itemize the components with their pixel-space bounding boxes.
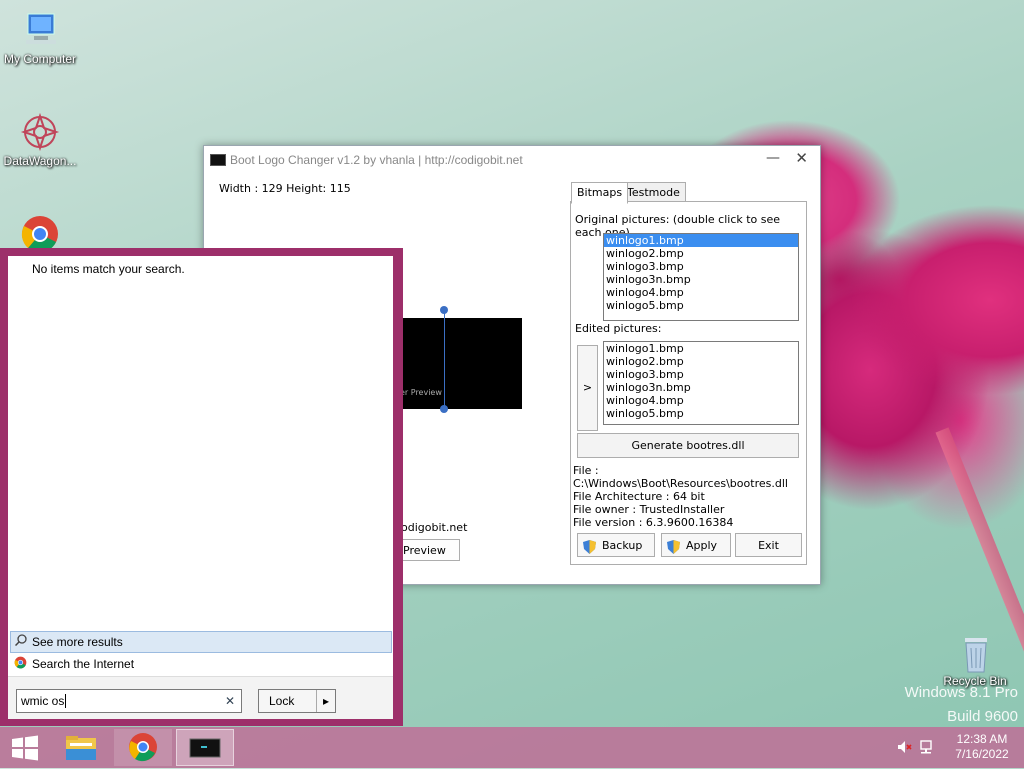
os-watermark-build: Build 9600 (947, 708, 1018, 725)
resize-handle-top[interactable] (440, 306, 448, 314)
chrome-icon (20, 214, 60, 248)
credit-link[interactable]: odigobit.net (401, 521, 467, 534)
datawagon-icon (20, 112, 60, 152)
edited-pictures-list[interactable]: winlogo1.bmp winlogo2.bmp winlogo3.bmp winl… (603, 341, 799, 425)
file-architecture: File Architecture : 64 bit (573, 490, 705, 503)
no-results-message: No items match your search. (32, 262, 185, 276)
image-dimensions: Width : 129 Height: 115 (219, 182, 351, 195)
network-icon[interactable] (918, 739, 934, 758)
power-options-arrow-icon[interactable]: ▸ (316, 690, 335, 712)
list-item[interactable]: winlogo3n.bmp (604, 273, 798, 286)
app-icon (189, 738, 221, 758)
title-bar[interactable]: Boot Logo Changer v1.2 by vhanla | http:… (204, 146, 820, 174)
search-query-text: wmic os (21, 694, 65, 708)
lock-label: Lock (269, 694, 295, 708)
minimize-icon[interactable]: — (766, 150, 780, 166)
search-internet-label: Search the Internet (32, 657, 135, 671)
computer-icon (20, 10, 60, 50)
start-search-pane: No items match your search. See more res… (0, 248, 403, 726)
exit-button[interactable]: Exit (735, 533, 802, 557)
list-item[interactable]: winlogo1.bmp (604, 342, 798, 355)
recycle-bin-icon (955, 632, 995, 673)
clear-search-icon[interactable]: ✕ (225, 690, 235, 712)
chrome-icon (129, 733, 157, 762)
uac-shield-icon (667, 539, 680, 554)
bitmaps-panel: Original pictures: (double click to see … (570, 201, 807, 565)
see-more-results-item[interactable]: See more results (10, 631, 392, 653)
move-to-edited-button[interactable]: > (577, 345, 598, 431)
file-path: File : C:\Windows\Boot\Resources\bootres… (573, 464, 788, 490)
resize-handle-bottom[interactable] (440, 405, 448, 413)
see-more-label: See more results (32, 635, 123, 649)
list-item[interactable]: winlogo3n.bmp (604, 381, 798, 394)
original-pictures-list[interactable]: winlogo1.bmp winlogo2.bmp winlogo3.bmp winl… (603, 233, 799, 321)
search-internet-item[interactable]: Search the Internet (11, 654, 134, 674)
windows-logo-icon (12, 735, 38, 761)
desktop-icon-datawagon[interactable]: DataWagon... (0, 112, 80, 168)
text-cursor (65, 694, 67, 708)
clock[interactable]: 12:38 AM 7/16/2022 (944, 732, 1020, 762)
tab-testmode[interactable]: Testmode (621, 182, 686, 203)
desktop-icon-my-computer[interactable]: My Computer (0, 10, 80, 66)
volume-muted-icon[interactable] (896, 739, 912, 758)
file-info: File : C:\Windows\Boot\Resources\bootres… (573, 464, 806, 529)
search-input-row: wmic os ✕ Lock ▸ (8, 676, 393, 719)
list-item[interactable]: winlogo2.bmp (604, 247, 798, 260)
app-icon (210, 154, 226, 166)
desktop-icon-label: DataWagon... (3, 154, 77, 168)
file-owner: File owner : TrustedInstaller (573, 503, 725, 516)
resize-guide-line (444, 310, 445, 408)
generate-bootres-button[interactable]: Generate bootres.dll (577, 433, 799, 458)
desktop-icon-label: My Computer (3, 52, 77, 66)
list-item[interactable]: winlogo1.bmp (604, 234, 798, 247)
apply-label: Apply (686, 539, 718, 552)
list-item[interactable]: winlogo3.bmp (604, 368, 798, 381)
preview-caption: er Preview (400, 388, 442, 397)
window-title: Boot Logo Changer v1.2 by vhanla | http:… (230, 153, 523, 167)
clock-time: 12:38 AM (956, 732, 1008, 746)
clock-date: 7/16/2022 (955, 747, 1009, 761)
start-search-input[interactable]: wmic os ✕ (16, 689, 242, 713)
list-item[interactable]: winlogo4.bmp (604, 394, 798, 407)
folder-icon (66, 736, 96, 760)
start-button[interactable] (0, 729, 50, 766)
edited-pictures-label: Edited pictures: (575, 322, 662, 335)
desktop-icon-recycle-bin[interactable]: Recycle Bin (935, 632, 1015, 688)
close-icon[interactable]: ✕ (795, 149, 808, 167)
taskbar: 12:38 AM 7/16/2022 (0, 727, 1024, 768)
lock-button[interactable]: Lock ▸ (258, 689, 336, 713)
apply-button[interactable]: Apply (661, 533, 731, 557)
list-item[interactable]: winlogo5.bmp (604, 299, 798, 312)
backup-button[interactable]: Backup (577, 533, 655, 557)
list-item[interactable]: winlogo3.bmp (604, 260, 798, 273)
chrome-icon (14, 655, 28, 675)
chrome-taskbar-button[interactable] (114, 729, 172, 766)
file-explorer-taskbar-button[interactable] (52, 729, 110, 766)
list-item[interactable]: winlogo2.bmp (604, 355, 798, 368)
tab-bitmaps[interactable]: Bitmaps (571, 182, 629, 204)
os-watermark-edition: Windows 8.1 Pro (904, 684, 1018, 701)
backup-label: Backup (602, 539, 643, 552)
system-tray: 12:38 AM 7/16/2022 (894, 727, 1024, 768)
preview-button[interactable]: Preview (394, 539, 460, 561)
desktop-icon-chrome[interactable] (0, 214, 80, 248)
boot-logo-changer-taskbar-button[interactable] (176, 729, 234, 766)
list-item[interactable]: winlogo4.bmp (604, 286, 798, 299)
uac-shield-icon (583, 539, 596, 554)
file-version: File version : 6.3.9600.16384 (573, 516, 734, 529)
search-icon (14, 632, 29, 652)
list-item[interactable]: winlogo5.bmp (604, 407, 798, 420)
search-results-area: No items match your search. See more res… (8, 256, 393, 719)
